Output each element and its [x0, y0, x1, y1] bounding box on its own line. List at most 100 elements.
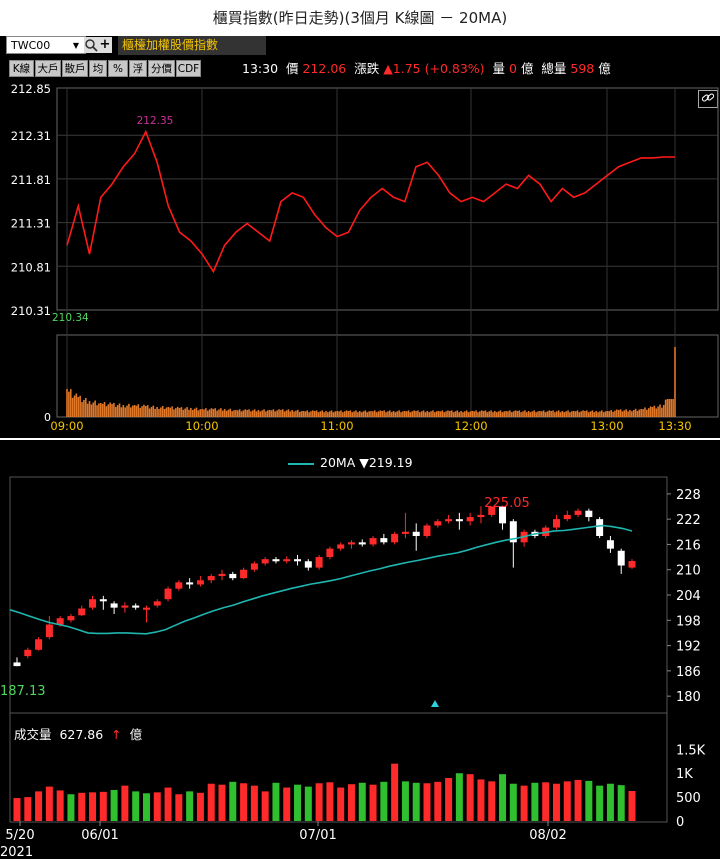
candle-body [35, 639, 43, 650]
volume-bar [240, 783, 248, 821]
ma-legend: 20MA ▼219.19 [288, 455, 413, 470]
volume-unit: 億 [129, 727, 143, 742]
volume-tick-label: 0 [676, 815, 684, 830]
candle-body [412, 531, 420, 536]
volume-bar [337, 787, 345, 821]
volume-bar [67, 794, 75, 821]
volume-bar [196, 792, 204, 821]
volume-bar [78, 792, 86, 821]
volume-bar [596, 785, 604, 821]
volume-bar [132, 791, 140, 821]
volume-bar [315, 783, 323, 821]
volume-bar [164, 787, 172, 821]
volume-bar [142, 793, 150, 821]
candle-body [67, 616, 75, 621]
candle-body [110, 603, 118, 608]
volume-bar [542, 782, 550, 821]
volume-title: 成交量 [14, 727, 52, 742]
volume-bar [99, 791, 107, 821]
candle-body [24, 649, 32, 657]
high-annotation: 225.05 [484, 496, 530, 511]
candle-body [250, 563, 258, 570]
candle-body [304, 561, 312, 568]
volume-bar [369, 784, 377, 821]
volume-bar [412, 782, 420, 821]
volume-bar [488, 781, 496, 821]
volume-bar [24, 797, 32, 821]
candle-body [272, 559, 280, 562]
volume-bar [552, 783, 560, 821]
volume-bar [628, 791, 636, 821]
candle-body [175, 582, 183, 589]
volume-bar [304, 786, 312, 821]
volume-bar [477, 779, 485, 821]
volume-bar [531, 782, 539, 821]
volume-bar [186, 791, 194, 821]
candle-body [132, 605, 140, 608]
volume-bar [445, 778, 453, 821]
volume-bar [358, 782, 366, 821]
candle-body [45, 624, 53, 638]
candle-body [261, 559, 269, 564]
volume-bar [250, 785, 258, 821]
ma-legend-value: ▼219.19 [359, 455, 413, 470]
year-label: 2021 [0, 845, 33, 859]
candle-body [606, 540, 614, 549]
candle-body [89, 599, 97, 608]
volume-bar [283, 787, 291, 821]
candle-body [315, 557, 323, 568]
candle-body [121, 605, 129, 608]
volume-bar [434, 781, 442, 821]
y-tick-label: 216 [676, 538, 701, 553]
candle-body [294, 559, 302, 562]
candle-body [218, 573, 226, 577]
volume-bar [45, 786, 53, 821]
candle-body [563, 514, 571, 520]
y-tick-label: 180 [676, 690, 701, 705]
candle-body [153, 601, 161, 606]
volume-header: 成交量 627.86 ↑ 億 [14, 724, 142, 743]
volume-bar [499, 774, 507, 821]
candle-body [369, 538, 377, 545]
candle-body [585, 510, 593, 518]
x-tick-label: 07/01 [299, 828, 336, 843]
volume-bar [520, 785, 528, 821]
candle-body [347, 542, 355, 545]
y-tick-label: 186 [676, 665, 701, 680]
candle-body [99, 599, 107, 602]
candle-body [445, 519, 453, 522]
volume-tick-label: 1.5K [676, 743, 706, 758]
y-tick-label: 198 [676, 614, 701, 629]
candle-body [207, 576, 215, 581]
volume-bar [466, 774, 474, 821]
candle-body [142, 607, 150, 610]
x-tick-label: 06/01 [81, 828, 118, 843]
candle-body [326, 548, 334, 558]
kline-plot-frame [9, 476, 668, 823]
ma-legend-name: 20MA [320, 455, 356, 470]
volume-bar [272, 782, 280, 821]
volume-bar [153, 792, 161, 821]
volume-tick-label: 500 [676, 791, 701, 806]
y-tick-label: 210 [676, 564, 701, 579]
signal-triangle-icon [431, 700, 439, 707]
candle-body [466, 517, 474, 522]
volume-bar [347, 784, 355, 821]
volume-bar [326, 782, 334, 821]
volume-bar [391, 763, 399, 821]
volume-arrow-icon: ↑ [111, 727, 122, 742]
volume-bar [509, 783, 517, 821]
volume-bar [89, 792, 97, 821]
volume-bar [563, 781, 571, 821]
volume-bar [423, 783, 431, 821]
volume-bar [121, 785, 129, 821]
y-tick-label: 204 [676, 589, 701, 604]
volume-bar [229, 781, 237, 821]
volume-bar [380, 781, 388, 821]
candle-body [164, 588, 172, 600]
candle-body [186, 582, 194, 585]
volume-bar [110, 789, 118, 821]
candle-body [455, 519, 463, 522]
candle-body [380, 538, 388, 543]
candle-body [401, 531, 409, 534]
